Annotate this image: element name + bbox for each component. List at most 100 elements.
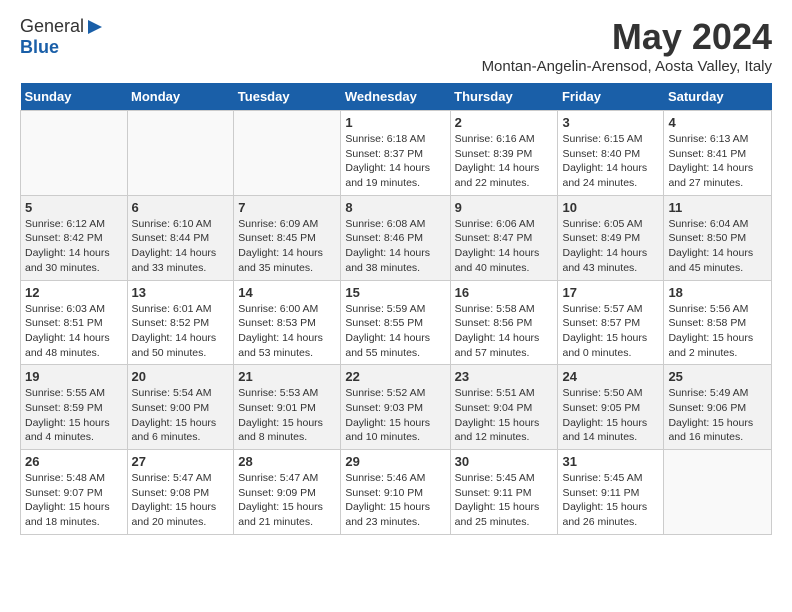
- calendar-cell: 24 Sunrise: 5:50 AM Sunset: 9:05 PM Dayli…: [558, 365, 664, 450]
- day-info: Sunrise: 5:45 AM Sunset: 9:11 PM Dayligh…: [562, 471, 659, 530]
- calendar-cell: 9 Sunrise: 6:06 AM Sunset: 8:47 PM Daylig…: [450, 195, 558, 280]
- calendar-cell: 25Sunrise: 5:49 AM Sunset: 9:06 PM Dayli…: [664, 365, 772, 450]
- calendar-table: SundayMondayTuesdayWednesdayThursdayFrid…: [20, 83, 772, 535]
- calendar-cell: 15 Sunrise: 5:59 AM Sunset: 8:55 PM Dayli…: [341, 280, 450, 365]
- calendar-cell: 6Sunrise: 6:10 AM Sunset: 8:44 PM Daylig…: [127, 195, 234, 280]
- day-info: Sunrise: 5:57 AM Sunset: 8:57 PM Dayligh…: [562, 302, 659, 361]
- day-info: Sunrise: 6:09 AM Sunset: 8:45 PM Dayligh…: [238, 217, 336, 276]
- day-number: 21: [238, 369, 336, 384]
- calendar-week-row: 12 Sunrise: 6:03 AM Sunset: 8:51 PM Dayli…: [21, 280, 772, 365]
- logo-general-text: General: [20, 16, 84, 37]
- calendar-cell: 14 Sunrise: 6:00 AM Sunset: 8:53 PM Dayli…: [234, 280, 341, 365]
- day-info: Sunrise: 5:52 AM Sunset: 9:03 PM Dayligh…: [345, 386, 445, 445]
- day-number: 12: [25, 285, 123, 300]
- day-number: 14: [238, 285, 336, 300]
- calendar-cell: 1 Sunrise: 6:18 AM Sunset: 8:37 PM Daylig…: [341, 111, 450, 196]
- calendar-week-row: 5Sunrise: 6:12 AM Sunset: 8:42 PM Daylig…: [21, 195, 772, 280]
- day-info: Sunrise: 6:00 AM Sunset: 8:53 PM Dayligh…: [238, 302, 336, 361]
- day-info: Sunrise: 5:51 AM Sunset: 9:04 PM Dayligh…: [455, 386, 554, 445]
- day-number: 26: [25, 454, 123, 469]
- calendar-cell: 5Sunrise: 6:12 AM Sunset: 8:42 PM Daylig…: [21, 195, 128, 280]
- calendar-cell: 3 Sunrise: 6:15 AM Sunset: 8:40 PM Daylig…: [558, 111, 664, 196]
- day-info: Sunrise: 6:18 AM Sunset: 8:37 PM Dayligh…: [345, 132, 445, 191]
- logo-blue-text: Blue: [20, 37, 59, 58]
- day-number: 18: [668, 285, 767, 300]
- day-number: 17: [562, 285, 659, 300]
- day-number: 10: [562, 200, 659, 215]
- calendar-cell: [21, 111, 128, 196]
- day-number: 4: [668, 115, 767, 130]
- day-number: 19: [25, 369, 123, 384]
- day-info: Sunrise: 5:56 AM Sunset: 8:58 PM Dayligh…: [668, 302, 767, 361]
- day-info: Sunrise: 5:59 AM Sunset: 8:55 PM Dayligh…: [345, 302, 445, 361]
- day-header: Sunday: [21, 83, 128, 111]
- day-info: Sunrise: 5:58 AM Sunset: 8:56 PM Dayligh…: [455, 302, 554, 361]
- day-number: 23: [455, 369, 554, 384]
- calendar-week-row: 26Sunrise: 5:48 AM Sunset: 9:07 PM Dayli…: [21, 450, 772, 535]
- calendar-cell: 18 Sunrise: 5:56 AM Sunset: 8:58 PM Dayli…: [664, 280, 772, 365]
- calendar-cell: 19 Sunrise: 5:55 AM Sunset: 8:59 PM Dayli…: [21, 365, 128, 450]
- calendar-cell: 26Sunrise: 5:48 AM Sunset: 9:07 PM Dayli…: [21, 450, 128, 535]
- day-header: Thursday: [450, 83, 558, 111]
- day-info: Sunrise: 5:50 AM Sunset: 9:05 PM Dayligh…: [562, 386, 659, 445]
- day-number: 9: [455, 200, 554, 215]
- day-header: Saturday: [664, 83, 772, 111]
- day-number: 20: [132, 369, 230, 384]
- day-info: Sunrise: 6:15 AM Sunset: 8:40 PM Dayligh…: [562, 132, 659, 191]
- day-info: Sunrise: 6:04 AM Sunset: 8:50 PM Dayligh…: [668, 217, 767, 276]
- logo: General Blue: [20, 16, 104, 58]
- day-info: Sunrise: 6:13 AM Sunset: 8:41 PM Dayligh…: [668, 132, 767, 191]
- day-number: 2: [455, 115, 554, 130]
- calendar-week-row: 19 Sunrise: 5:55 AM Sunset: 8:59 PM Dayli…: [21, 365, 772, 450]
- day-info: Sunrise: 6:08 AM Sunset: 8:46 PM Dayligh…: [345, 217, 445, 276]
- day-info: Sunrise: 5:54 AM Sunset: 9:00 PM Dayligh…: [132, 386, 230, 445]
- calendar-cell: 16Sunrise: 5:58 AM Sunset: 8:56 PM Dayli…: [450, 280, 558, 365]
- calendar-cell: 22 Sunrise: 5:52 AM Sunset: 9:03 PM Dayli…: [341, 365, 450, 450]
- calendar-cell: 4 Sunrise: 6:13 AM Sunset: 8:41 PM Daylig…: [664, 111, 772, 196]
- day-info: Sunrise: 6:01 AM Sunset: 8:52 PM Dayligh…: [132, 302, 230, 361]
- month-title: May 2024: [482, 16, 772, 58]
- location-subtitle: Montan-Angelin-Arensod, Aosta Valley, It…: [482, 58, 772, 75]
- day-info: Sunrise: 6:06 AM Sunset: 8:47 PM Dayligh…: [455, 217, 554, 276]
- calendar-cell: [234, 111, 341, 196]
- title-area: May 2024 Montan-Angelin-Arensod, Aosta V…: [482, 16, 772, 75]
- day-header: Friday: [558, 83, 664, 111]
- calendar-cell: 30Sunrise: 5:45 AM Sunset: 9:11 PM Dayli…: [450, 450, 558, 535]
- calendar-cell: [127, 111, 234, 196]
- calendar-cell: [664, 450, 772, 535]
- calendar-cell: 8 Sunrise: 6:08 AM Sunset: 8:46 PM Daylig…: [341, 195, 450, 280]
- calendar-cell: 27 Sunrise: 5:47 AM Sunset: 9:08 PM Dayli…: [127, 450, 234, 535]
- day-info: Sunrise: 5:45 AM Sunset: 9:11 PM Dayligh…: [455, 471, 554, 530]
- day-number: 6: [132, 200, 230, 215]
- day-number: 31: [562, 454, 659, 469]
- calendar-cell: 29Sunrise: 5:46 AM Sunset: 9:10 PM Dayli…: [341, 450, 450, 535]
- day-info: Sunrise: 6:16 AM Sunset: 8:39 PM Dayligh…: [455, 132, 554, 191]
- day-number: 7: [238, 200, 336, 215]
- day-number: 22: [345, 369, 445, 384]
- calendar-cell: 20 Sunrise: 5:54 AM Sunset: 9:00 PM Dayli…: [127, 365, 234, 450]
- day-number: 25: [668, 369, 767, 384]
- day-number: 24: [562, 369, 659, 384]
- calendar-header-row: SundayMondayTuesdayWednesdayThursdayFrid…: [21, 83, 772, 111]
- calendar-cell: 17 Sunrise: 5:57 AM Sunset: 8:57 PM Dayli…: [558, 280, 664, 365]
- page-header: General Blue May 2024 Montan-Angelin-Are…: [20, 16, 772, 75]
- calendar-cell: 11 Sunrise: 6:04 AM Sunset: 8:50 PM Dayli…: [664, 195, 772, 280]
- day-info: Sunrise: 5:47 AM Sunset: 9:09 PM Dayligh…: [238, 471, 336, 530]
- day-number: 11: [668, 200, 767, 215]
- day-number: 27: [132, 454, 230, 469]
- calendar-cell: 28 Sunrise: 5:47 AM Sunset: 9:09 PM Dayli…: [234, 450, 341, 535]
- day-header: Tuesday: [234, 83, 341, 111]
- day-number: 29: [345, 454, 445, 469]
- calendar-cell: 13Sunrise: 6:01 AM Sunset: 8:52 PM Dayli…: [127, 280, 234, 365]
- day-info: Sunrise: 5:55 AM Sunset: 8:59 PM Dayligh…: [25, 386, 123, 445]
- day-number: 8: [345, 200, 445, 215]
- calendar-cell: 23 Sunrise: 5:51 AM Sunset: 9:04 PM Dayli…: [450, 365, 558, 450]
- day-number: 28: [238, 454, 336, 469]
- calendar-cell: 10Sunrise: 6:05 AM Sunset: 8:49 PM Dayli…: [558, 195, 664, 280]
- day-number: 15: [345, 285, 445, 300]
- day-number: 3: [562, 115, 659, 130]
- day-number: 1: [345, 115, 445, 130]
- calendar-cell: 12 Sunrise: 6:03 AM Sunset: 8:51 PM Dayli…: [21, 280, 128, 365]
- day-info: Sunrise: 6:03 AM Sunset: 8:51 PM Dayligh…: [25, 302, 123, 361]
- day-info: Sunrise: 5:47 AM Sunset: 9:08 PM Dayligh…: [132, 471, 230, 530]
